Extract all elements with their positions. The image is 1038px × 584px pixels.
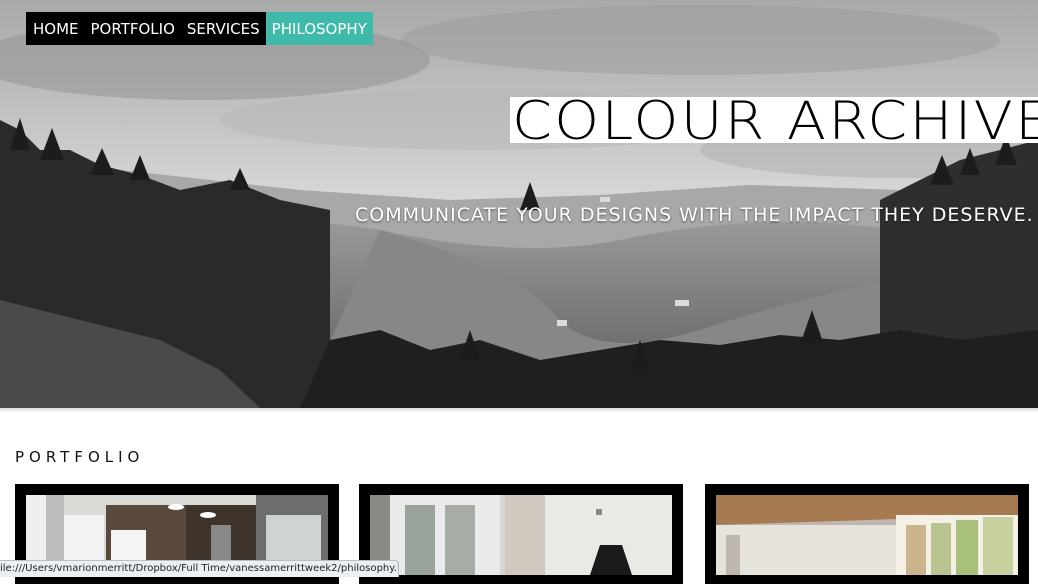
portfolio-item-sunroom[interactable]	[705, 484, 1029, 584]
nav-item-portfolio[interactable]: PORTFOLIO	[85, 12, 181, 45]
brand-title: COLOUR ARCHIVE	[512, 97, 1038, 143]
portfolio-heading: PORTFOLIO	[15, 448, 145, 466]
nav-item-philosophy[interactable]: PHILOSOPHY	[265, 12, 373, 45]
browser-status-bar: ile:///Users/vmarionmerritt/Dropbox/Full…	[0, 560, 399, 577]
living-room-image	[370, 495, 672, 584]
nav-item-home[interactable]: HOME	[26, 12, 85, 45]
main-nav: HOME PORTFOLIO SERVICES PHILOSOPHY	[26, 12, 373, 45]
nav-item-services[interactable]: SERVICES	[181, 12, 266, 45]
hero-divider	[0, 408, 1038, 412]
portfolio-item-living-room[interactable]	[359, 484, 683, 584]
brand-logo-box: COLOUR ARCHIVE	[510, 97, 1038, 143]
hero-tagline: COMMUNICATE YOUR DESIGNS WITH THE IMPACT…	[355, 204, 1034, 226]
sunroom-image	[716, 495, 1018, 584]
